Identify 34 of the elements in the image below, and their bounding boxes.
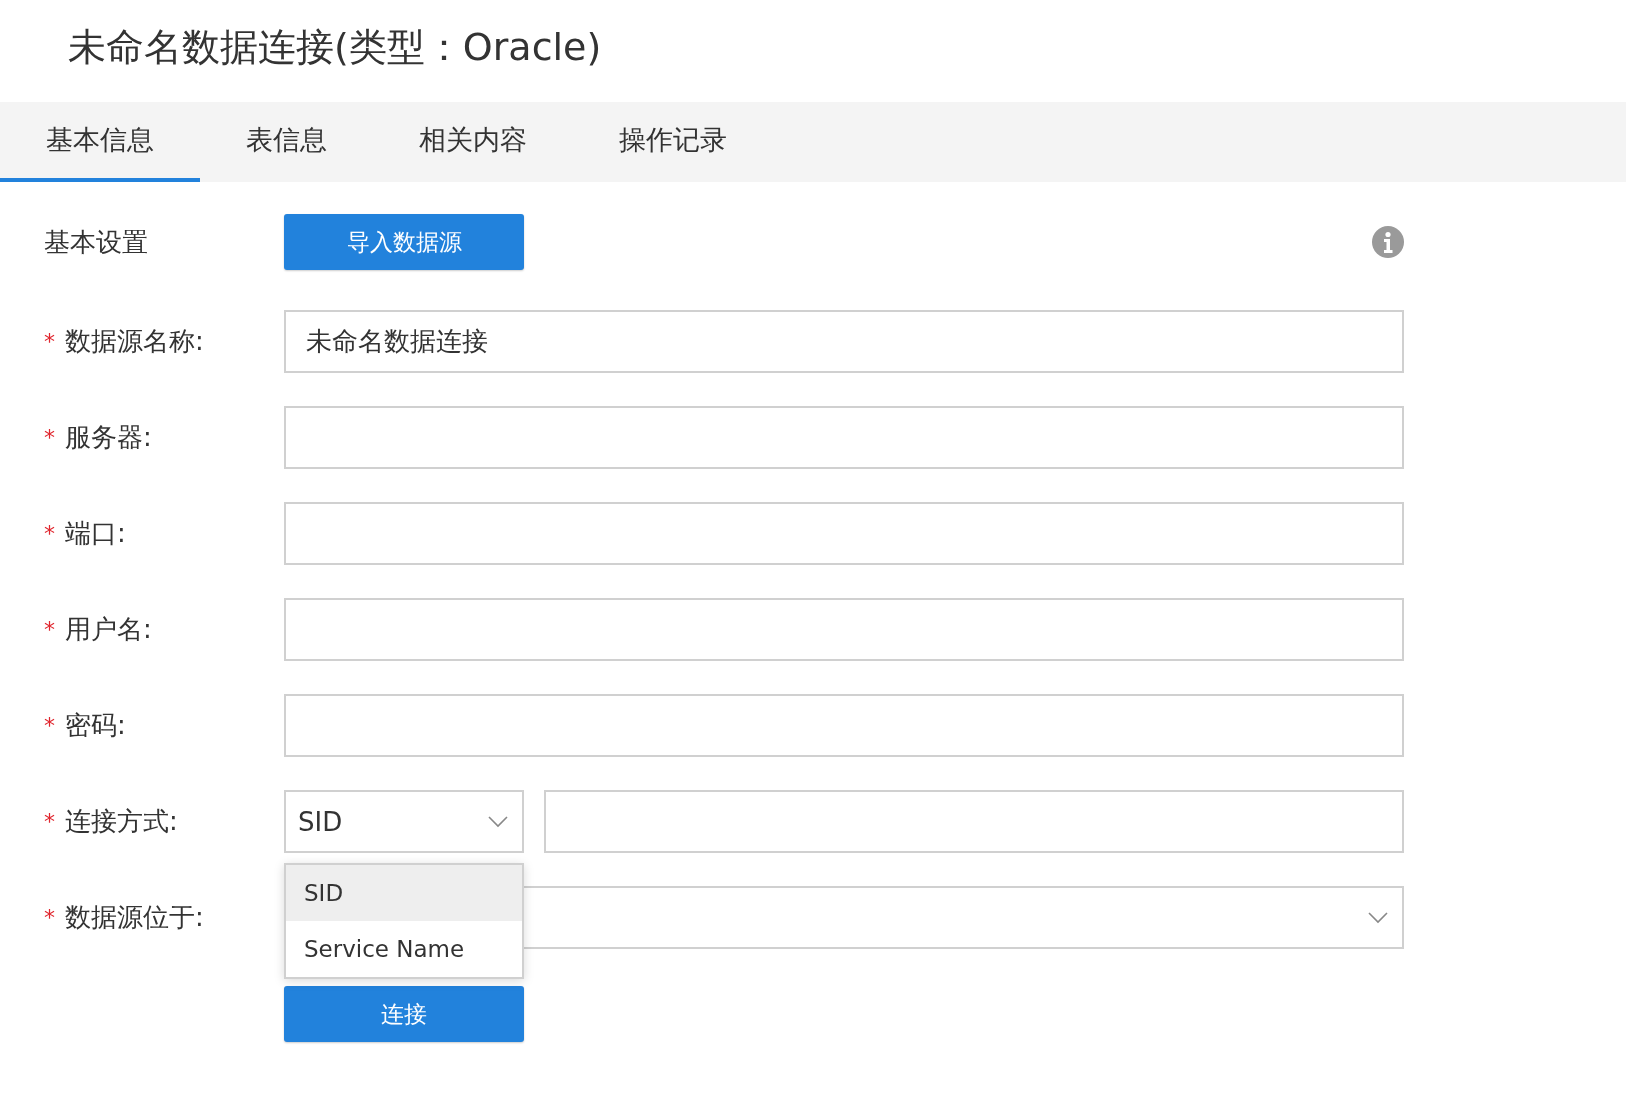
chevron-down-icon <box>488 815 508 828</box>
tab[interactable]: 相关内容 <box>373 102 573 182</box>
field-label: 连接方式: <box>65 805 178 838</box>
text-field[interactable] <box>284 598 1404 661</box>
text-field[interactable] <box>284 406 1404 469</box>
dropdown-option[interactable]: SID <box>286 865 522 921</box>
tab[interactable]: 操作记录 <box>573 102 773 182</box>
field-label: 用户名: <box>65 613 152 646</box>
section-label: 基本设置 <box>44 225 148 259</box>
required-mark: * <box>44 329 55 354</box>
tab[interactable]: 表信息 <box>200 102 373 182</box>
required-mark: * <box>44 617 55 642</box>
field-label: 密码: <box>65 709 126 742</box>
text-field[interactable] <box>284 694 1404 757</box>
info-icon[interactable] <box>1372 226 1404 258</box>
required-mark: * <box>44 713 55 738</box>
required-mark: * <box>44 905 55 930</box>
tab[interactable]: 基本信息 <box>0 102 200 182</box>
select-field[interactable]: SID <box>284 790 524 853</box>
text-field[interactable] <box>544 790 1404 853</box>
text-field[interactable]: 未命名数据连接 <box>284 310 1404 373</box>
text-field[interactable] <box>284 502 1404 565</box>
required-mark: * <box>44 425 55 450</box>
field-label: 服务器: <box>65 421 152 454</box>
required-mark: * <box>44 809 55 834</box>
field-label: 数据源名称: <box>65 325 204 358</box>
dropdown-option[interactable]: Service Name <box>286 921 522 977</box>
page-title: 未命名数据连接(类型：Oracle) <box>67 24 603 71</box>
field-label: 端口: <box>65 517 126 550</box>
chevron-down-icon <box>1368 911 1388 924</box>
field-label: 数据源位于: <box>65 901 204 934</box>
required-mark: * <box>44 521 55 546</box>
connect-button[interactable]: 连接 <box>284 986 524 1042</box>
import-button[interactable]: 导入数据源 <box>284 214 524 270</box>
